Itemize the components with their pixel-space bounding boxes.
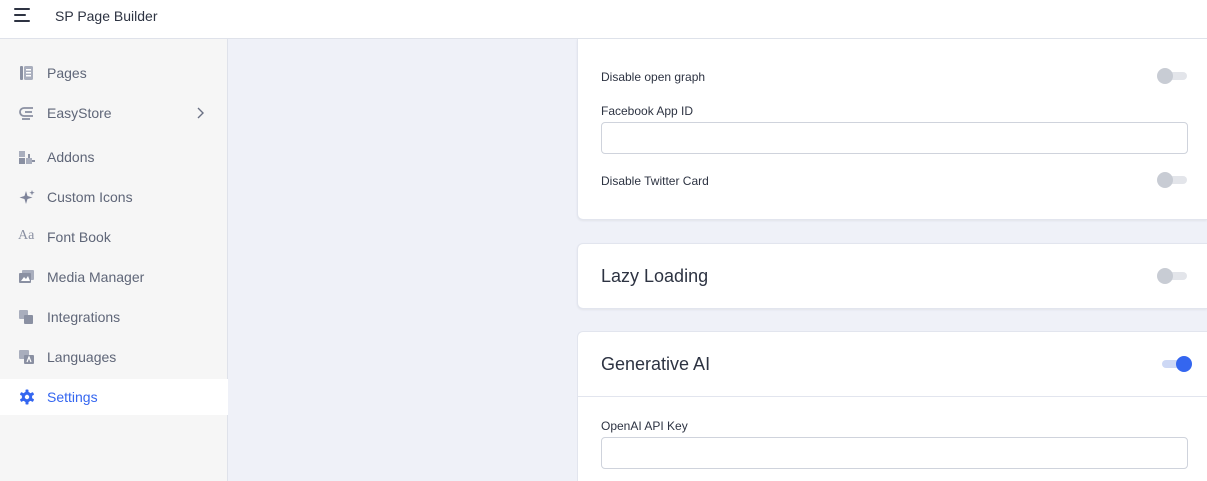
- sidebar-item-languages[interactable]: Languages: [0, 339, 228, 375]
- top-bar: SP Page Builder: [0, 0, 1207, 39]
- generative-ai-title: Generative AI: [601, 354, 711, 374]
- font-icon: Aa: [18, 228, 35, 243]
- addons-icon: [19, 151, 35, 164]
- pages-icon: [20, 66, 33, 80]
- sidebar-item-label: Integrations: [47, 309, 121, 325]
- lazy-loading-title: Lazy Loading: [601, 266, 709, 286]
- languages-icon: [19, 350, 34, 364]
- facebook-app-id-label: Facebook App ID: [601, 104, 694, 118]
- disable-open-graph-toggle[interactable]: [1157, 67, 1189, 85]
- sidebar-item-media-manager[interactable]: Media Manager: [0, 259, 228, 295]
- sidebar-item-label: Custom Icons: [47, 189, 133, 205]
- app-title: SP Page Builder: [55, 8, 158, 24]
- sidebar-item-label: Addons: [47, 149, 95, 165]
- social-settings-card: Disable open graph Facebook App ID Disab…: [577, 39, 1207, 220]
- generative-ai-card: Generative AI OpenAI API Key: [577, 331, 1207, 481]
- openai-api-key-label: OpenAI API Key: [601, 419, 688, 433]
- integrations-icon: [19, 310, 33, 324]
- sidebar-item-label: Media Manager: [47, 269, 145, 285]
- sidebar-item-addons[interactable]: Addons: [0, 139, 228, 175]
- sidebar-item-label: Settings: [47, 389, 98, 405]
- hamburger-icon[interactable]: [14, 7, 32, 23]
- sidebar-item-label: Pages: [47, 65, 87, 81]
- lazy-loading-toggle[interactable]: [1157, 267, 1189, 285]
- disable-open-graph-label: Disable open graph: [601, 70, 706, 84]
- sidebar-item-easystore[interactable]: EasyStore: [0, 95, 228, 131]
- sparkle-icon: [19, 190, 35, 204]
- chevron-right-icon: [197, 107, 204, 119]
- sidebar-item-integrations[interactable]: Integrations: [0, 299, 228, 335]
- lazy-loading-card: Lazy Loading: [577, 243, 1207, 309]
- sidebar-item-font-book[interactable]: Aa Font Book: [0, 219, 228, 255]
- easystore-icon: [19, 107, 33, 120]
- disable-twitter-card-toggle[interactable]: [1157, 171, 1189, 189]
- openai-api-key-input[interactable]: [601, 437, 1188, 469]
- sidebar-item-pages[interactable]: Pages: [0, 55, 228, 91]
- sidebar: Pages EasyStore Addons Custom Icons Aa F…: [0, 39, 228, 481]
- sidebar-item-label: Languages: [47, 349, 117, 365]
- sidebar-item-label: EasyStore: [47, 105, 112, 121]
- sidebar-item-custom-icons[interactable]: Custom Icons: [0, 179, 228, 215]
- generative-ai-toggle[interactable]: [1160, 355, 1192, 373]
- media-icon: [19, 270, 34, 283]
- disable-twitter-card-label: Disable Twitter Card: [601, 174, 709, 188]
- facebook-app-id-input[interactable]: [601, 122, 1188, 154]
- gear-icon: [20, 389, 34, 405]
- sidebar-item-label: Font Book: [47, 229, 111, 245]
- section-divider: [578, 396, 1207, 397]
- sidebar-item-settings[interactable]: Settings: [0, 379, 228, 415]
